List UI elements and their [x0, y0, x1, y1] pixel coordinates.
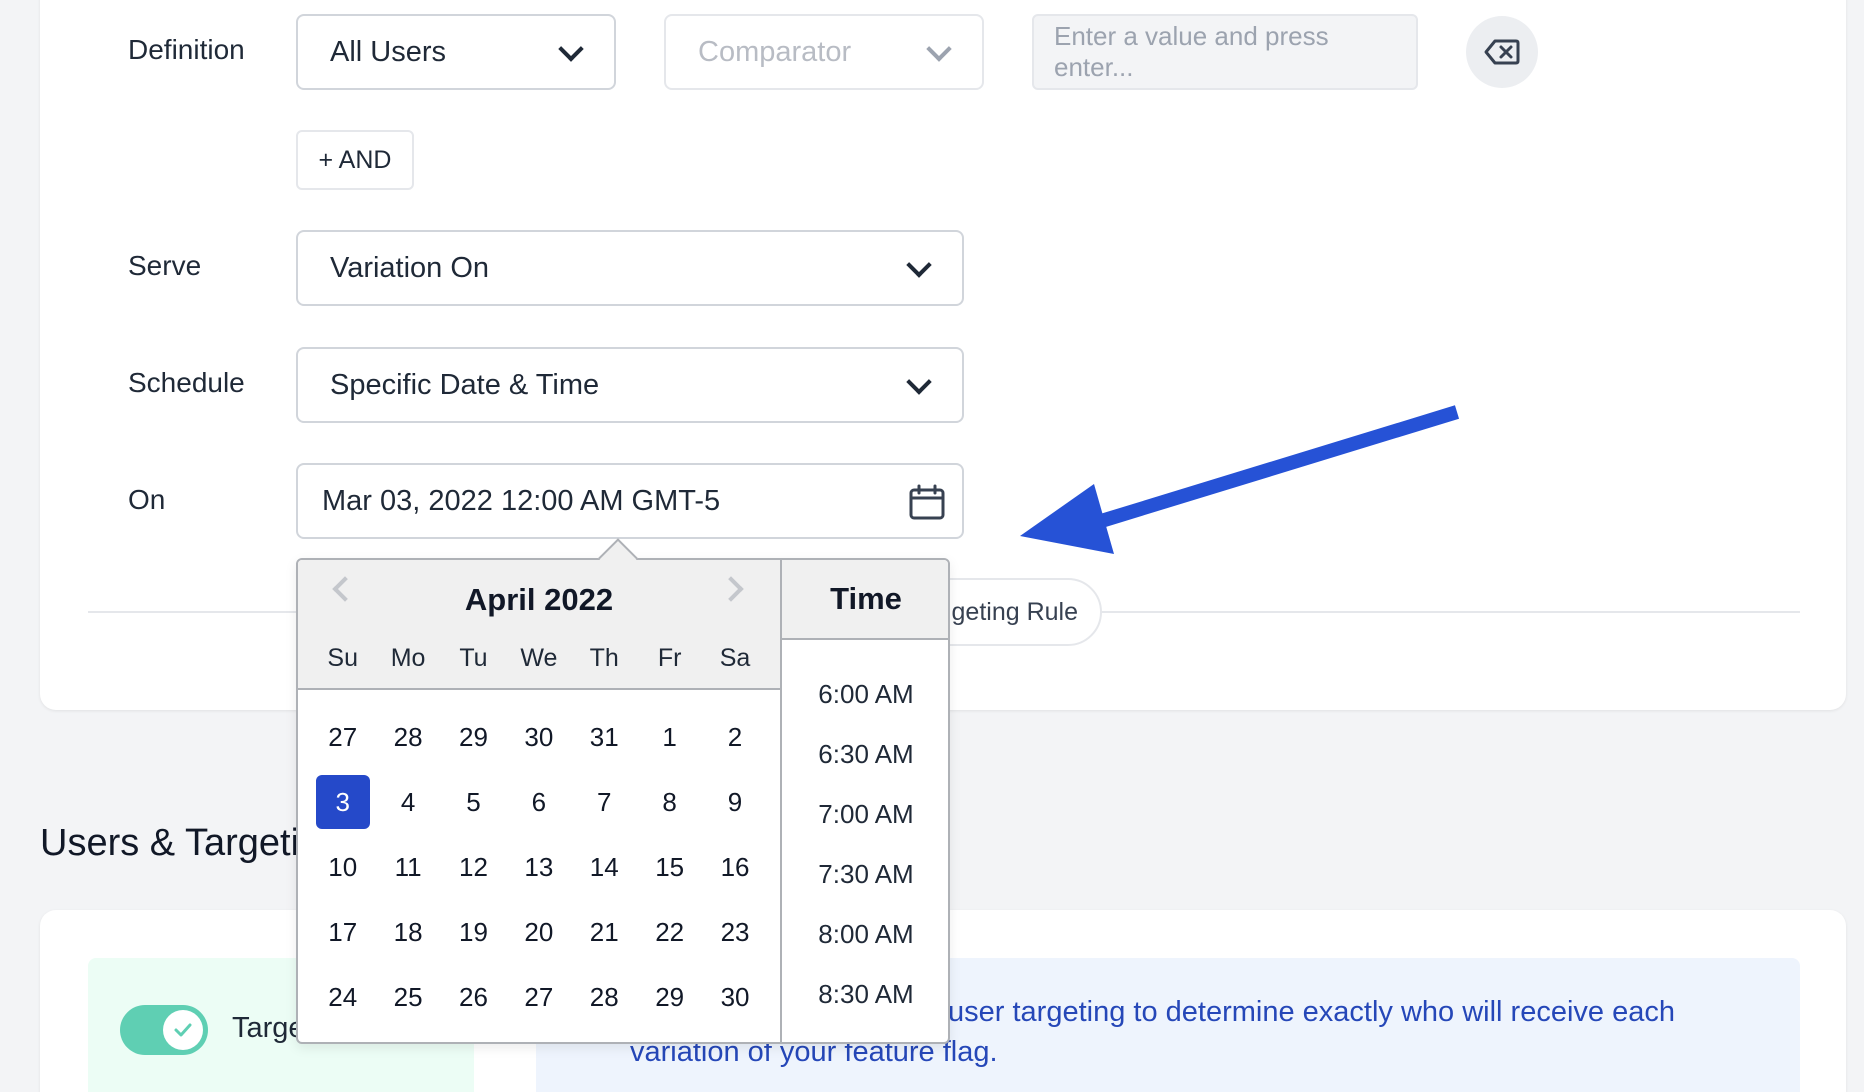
- weekday-label: Tu: [459, 644, 488, 672]
- calendar-day[interactable]: 29: [637, 970, 702, 1024]
- calendar-week-row: 27 28 29 30 31 1 2: [310, 706, 768, 771]
- calendar-day[interactable]: 2: [702, 710, 767, 764]
- calendar-day[interactable]: 18: [375, 905, 440, 959]
- calendar-panel: April 2022 Su Mo Tu We Th Fr Sa 27 28 29 30 31 1 2 3 4…: [298, 560, 780, 1042]
- calendar-day[interactable]: 20: [506, 905, 571, 959]
- weekday-label: Th: [589, 644, 619, 672]
- calendar-day[interactable]: 12: [441, 840, 506, 894]
- add-targeting-rule-label: geting Rule: [951, 597, 1078, 626]
- calendar-week-row: 3456789: [310, 771, 768, 836]
- weekday-label: Su: [327, 644, 358, 672]
- value-input[interactable]: Enter a value and press enter...: [1032, 14, 1418, 90]
- calendar-week-row: 24 25 26 27 28 29 30: [310, 966, 768, 1031]
- calendar-day[interactable]: 14: [572, 840, 637, 894]
- calendar-day[interactable]: 24: [310, 970, 375, 1024]
- calendar-day[interactable]: 25: [375, 970, 440, 1024]
- delete-rule-button[interactable]: [1466, 16, 1538, 88]
- calendar-day[interactable]: 30: [506, 710, 571, 764]
- chevron-down-icon: [926, 36, 952, 62]
- chevron-down-icon: [558, 36, 584, 62]
- time-list[interactable]: 6:00 AM 6:30 AM 7:00 AM 7:30 AM 8:00 AM 8:30 …: [782, 640, 948, 1043]
- calendar-day[interactable]: 9: [702, 775, 767, 829]
- calendar-day[interactable]: 5: [441, 775, 506, 829]
- calendar-day[interactable]: 11: [375, 840, 440, 894]
- calendar-day[interactable]: 31: [572, 710, 637, 764]
- audience-select-value: All Users: [330, 35, 447, 68]
- calendar-day[interactable]: 19: [441, 905, 506, 959]
- calendar-day[interactable]: 8: [637, 775, 702, 829]
- time-panel: Time 6:00 AM 6:30 AM 7:00 AM 7:30 AM 8:00 AM…: [780, 560, 948, 1043]
- annotation-arrow-icon: [1020, 405, 1460, 554]
- calendar-day[interactable]: 28: [375, 710, 440, 764]
- calendar-grid: 27 28 29 30 31 1 2 3 4 5 6 7 8 9 10 11 12 13 14 15 16 17 18 19 2…: [310, 706, 768, 1031]
- time-option[interactable]: 6:00 AM: [782, 664, 948, 724]
- calendar-day[interactable]: 28: [572, 970, 637, 1024]
- calendar-day[interactable]: 30: [702, 970, 767, 1024]
- weekday-label: We: [520, 644, 558, 672]
- calendar-day[interactable]: 6: [506, 775, 571, 829]
- date-time-value: Mar 03, 2022 12:00 AM GMT-5: [322, 484, 721, 517]
- date-time-input[interactable]: Mar 03, 2022 12:00 AM GMT-5: [296, 463, 964, 539]
- time-option[interactable]: 8:00 AM: [782, 904, 948, 964]
- schedule-label: Schedule: [128, 367, 245, 398]
- calendar-week-row: 10 11 12 13 14 15 16: [310, 836, 768, 901]
- check-icon: [174, 1023, 192, 1037]
- schedule-select-value: Specific Date & Time: [330, 368, 600, 401]
- backspace-icon: [1484, 39, 1520, 65]
- value-input-placeholder: Enter a value and press enter...: [1054, 21, 1329, 82]
- time-option[interactable]: 7:00 AM: [782, 784, 948, 844]
- calendar-day-selected[interactable]: 3: [315, 775, 370, 829]
- targeting-toggle[interactable]: [120, 1005, 208, 1055]
- audience-select[interactable]: All Users: [296, 14, 616, 90]
- weekday-label: Mo: [390, 644, 426, 672]
- chevron-down-icon: [906, 252, 932, 278]
- calendar-day[interactable]: 7: [572, 775, 637, 829]
- calendar-week-row: 17 18 19 20 21 22 23: [310, 901, 768, 966]
- calendar-day[interactable]: 10: [310, 840, 375, 894]
- calendar-day[interactable]: 16: [702, 840, 767, 894]
- toggle-knob: [163, 1010, 203, 1050]
- calendar-day[interactable]: 22: [637, 905, 702, 959]
- calendar-day[interactable]: 23: [702, 905, 767, 959]
- calendar-day[interactable]: 15: [637, 840, 702, 894]
- calendar-day[interactable]: 1: [637, 710, 702, 764]
- comparator-select[interactable]: Comparator: [664, 14, 984, 90]
- time-option[interactable]: 6:30 AM: [782, 724, 948, 784]
- calendar-day[interactable]: 17: [310, 905, 375, 959]
- targeting-toggle-label: Targe: [232, 1012, 305, 1044]
- serve-select-value: Variation On: [330, 251, 490, 284]
- weekday-label: Sa: [719, 644, 751, 672]
- calendar-day[interactable]: 27: [310, 710, 375, 764]
- calendar-day[interactable]: 26: [441, 970, 506, 1024]
- serve-label: Serve: [128, 250, 202, 281]
- add-and-condition-button[interactable]: + AND: [296, 130, 414, 190]
- weekday-label: Fr: [657, 644, 682, 672]
- definition-label: Definition: [128, 34, 245, 65]
- calendar-month-label: April 2022: [464, 582, 614, 617]
- on-label: On: [128, 484, 166, 515]
- time-option[interactable]: 9:00 AM: [782, 1024, 948, 1043]
- datepicker-popup: April 2022 Su Mo Tu We Th Fr Sa 27 28 29 30 31 1 2 3 4…: [296, 558, 950, 1044]
- weekday-header-row: Su Mo Tu We Th Fr Sa: [310, 644, 768, 673]
- calendar-header: April 2022 Su Mo Tu We Th Fr Sa: [298, 560, 780, 690]
- time-option[interactable]: 7:30 AM: [782, 844, 948, 904]
- comparator-placeholder: Comparator: [698, 35, 852, 68]
- chevron-down-icon: [906, 369, 932, 395]
- time-header: Time: [782, 560, 948, 640]
- calendar-day[interactable]: 13: [506, 840, 571, 894]
- schedule-select[interactable]: Specific Date & Time: [296, 347, 964, 423]
- calendar-day[interactable]: 27: [506, 970, 571, 1024]
- time-option[interactable]: 8:30 AM: [782, 964, 948, 1024]
- users-targeting-title: Users & Targeti: [40, 822, 300, 864]
- calendar-day[interactable]: 4: [375, 775, 440, 829]
- serve-select[interactable]: Variation On: [296, 230, 964, 306]
- calendar-day[interactable]: 21: [572, 905, 637, 959]
- calendar-icon[interactable]: [908, 484, 946, 520]
- calendar-day[interactable]: 29: [441, 710, 506, 764]
